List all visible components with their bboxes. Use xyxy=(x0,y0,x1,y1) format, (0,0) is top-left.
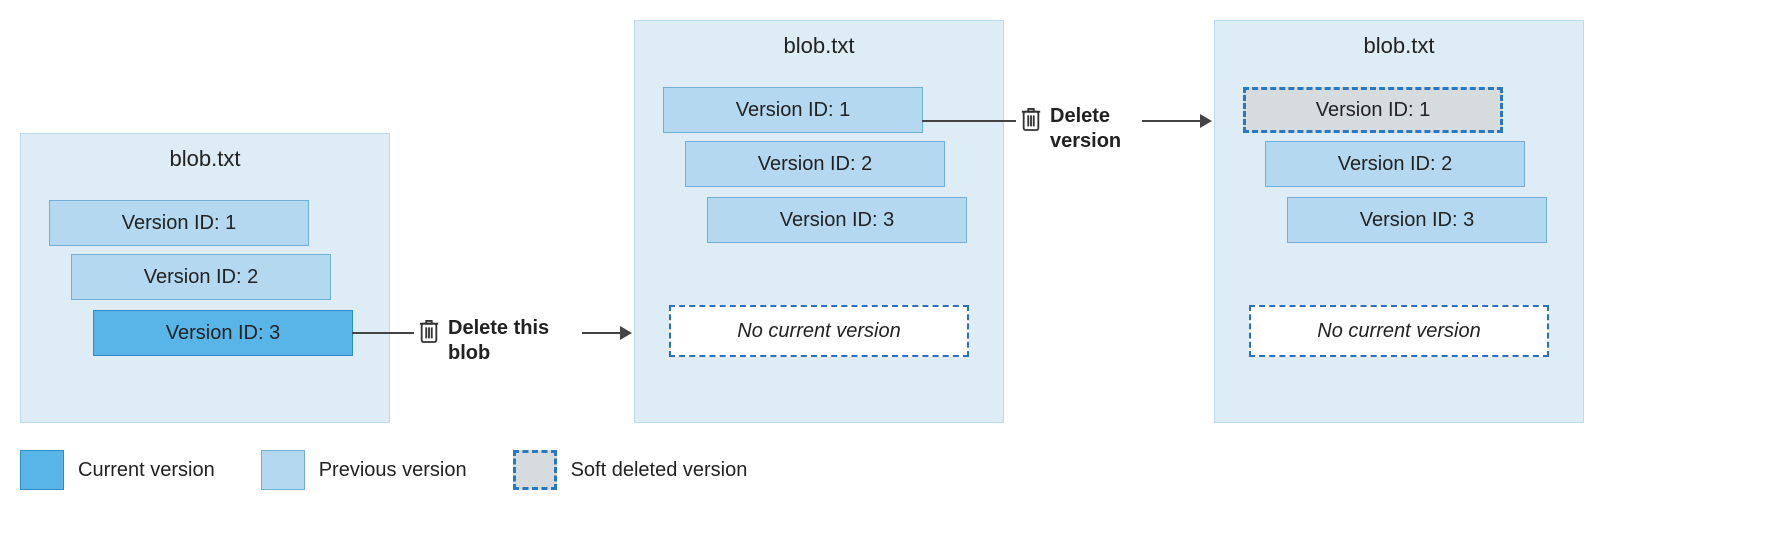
action-delete-version-label: Delete version xyxy=(1050,104,1140,154)
panel-b-no-current-version: No current version xyxy=(669,305,969,357)
legend: Current version Previous version Soft de… xyxy=(20,450,747,490)
panel-a-version-3-current: Version ID: 3 xyxy=(93,310,353,356)
panel-b-version-3: Version ID: 3 xyxy=(707,197,967,243)
connector-a-to-b-2 xyxy=(582,332,620,334)
panel-a-version-2: Version ID: 2 xyxy=(71,254,331,300)
panel-c-version-2: Version ID: 2 xyxy=(1265,141,1525,187)
diagram-canvas: blob.txt Version ID: 1 Version ID: 2 Ver… xyxy=(20,20,1764,537)
connector-a-to-b-arrowhead xyxy=(620,326,632,340)
connector-b-to-c-1 xyxy=(922,120,1016,122)
connector-b-to-c-arrowhead xyxy=(1200,114,1212,128)
action-delete-blob-label: Delete this blob xyxy=(448,316,578,366)
panel-c-version-1-soft-deleted: Version ID: 1 xyxy=(1243,87,1503,133)
panel-after-delete-version: blob.txt Version ID: 1 Version ID: 2 Ver… xyxy=(1214,20,1584,423)
legend-item-previous: Previous version xyxy=(261,450,467,490)
legend-item-current: Current version xyxy=(20,450,215,490)
panel-c-version-3: Version ID: 3 xyxy=(1287,197,1547,243)
connector-a-to-b-1 xyxy=(352,332,414,334)
swatch-previous-version xyxy=(261,450,305,490)
trash-icon xyxy=(418,318,440,344)
panel-a-version-1: Version ID: 1 xyxy=(49,200,309,246)
legend-item-soft-deleted: Soft deleted version xyxy=(513,450,748,490)
connector-b-to-c-2 xyxy=(1142,120,1200,122)
panel-c-title: blob.txt xyxy=(1215,33,1583,59)
swatch-current-version xyxy=(20,450,64,490)
panel-initial-state: blob.txt Version ID: 1 Version ID: 2 Ver… xyxy=(20,133,390,423)
panel-c-no-current-version: No current version xyxy=(1249,305,1549,357)
swatch-soft-deleted-version xyxy=(513,450,557,490)
panel-a-title: blob.txt xyxy=(21,146,389,172)
panel-b-version-2: Version ID: 2 xyxy=(685,141,945,187)
panel-after-delete-blob: blob.txt Version ID: 1 Version ID: 2 Ver… xyxy=(634,20,1004,423)
trash-icon xyxy=(1020,106,1042,132)
panel-b-version-1: Version ID: 1 xyxy=(663,87,923,133)
panel-b-title: blob.txt xyxy=(635,33,1003,59)
